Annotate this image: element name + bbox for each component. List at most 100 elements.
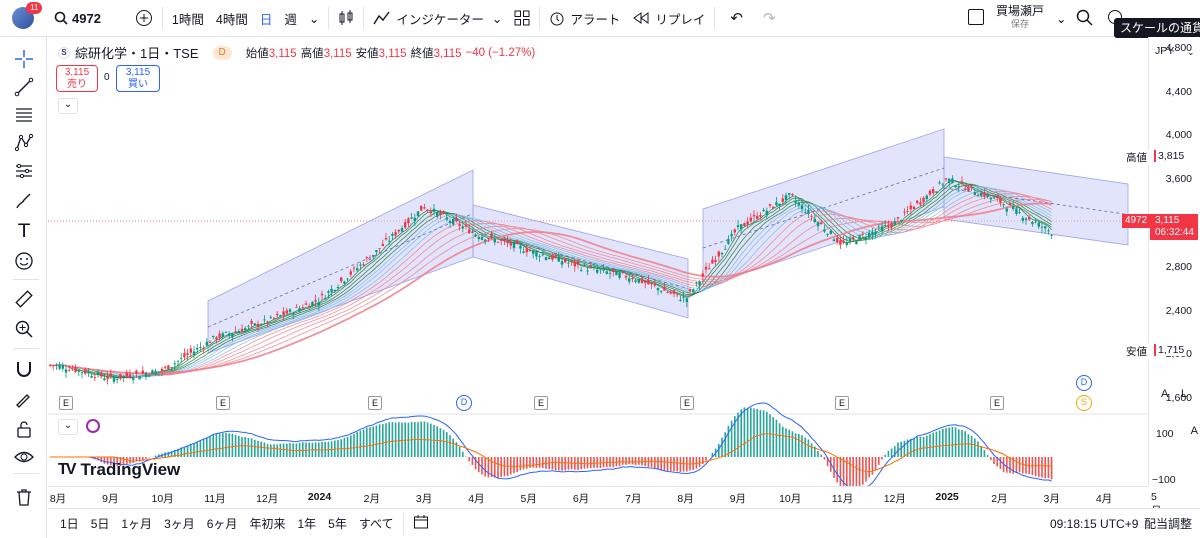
interval-dropdown[interactable]: ⌄ [303,0,325,37]
candle-body [423,207,426,209]
prediction-tool[interactable] [12,159,36,183]
layout-dropdown[interactable]: ⌄ [1050,0,1072,37]
redo-button[interactable]: ↷ [755,0,784,37]
macd-histogram-bar [986,454,989,457]
candle-body [445,217,448,220]
macd-histogram-bar [839,457,842,486]
quick-search-button[interactable] [1076,9,1093,29]
range-button[interactable]: 1ヶ月 [115,515,158,532]
legend-title[interactable]: 綜研化学・1日・TSE [75,43,199,62]
macd-histogram-bar [849,457,851,486]
buy-button[interactable]: 3,115 買い [116,65,160,92]
macd-histogram-bar [1006,457,1008,473]
range-button[interactable]: 3ヶ月 [158,515,201,532]
macd-collapse-button[interactable]: ⌄ [58,419,78,435]
split-marker[interactable]: S [1076,395,1092,411]
delete-tool[interactable] [12,485,36,509]
earnings-marker[interactable]: E [990,396,1004,410]
candle-body [116,379,119,381]
macd-histogram-bar [503,457,506,477]
layout-name-button[interactable]: 買場瀬戸 保存 [996,5,1044,31]
range-button[interactable]: 6ヶ月 [201,515,244,532]
earnings-marker[interactable]: E [534,396,548,410]
macd-histogram-bar [788,429,790,457]
zoom-tool[interactable] [12,317,36,341]
layout-icon[interactable] [968,9,984,25]
draw-mode-tool[interactable] [12,387,36,411]
macd-histogram-bar [919,436,922,457]
adjust-button[interactable]: 配当調整 [1144,515,1192,532]
earnings-marker[interactable]: E [216,396,230,410]
interval-day[interactable]: 日 [254,0,279,37]
earnings-marker[interactable]: E [835,396,849,410]
range-button[interactable]: 5日 [85,515,116,532]
pattern-tool[interactable] [12,131,36,155]
chart-type-button[interactable] [332,0,360,37]
scale-auto-button[interactable]: A [1161,388,1168,400]
candle-body [1040,226,1044,228]
macd-tick-100: 100 [1156,428,1174,440]
alert-button[interactable]: アラート [543,0,626,37]
macd-histogram-bar [772,417,774,457]
range-button[interactable]: 1日 [54,515,85,532]
range-button[interactable]: 1年 [291,515,322,532]
interval-4h[interactable]: 4時間 [210,0,254,37]
magnet-icon [17,362,31,377]
macd-histogram-bar [225,432,227,457]
candle-body [74,366,77,372]
scale-auto[interactable]: A [1191,425,1198,437]
interval-week[interactable]: 週 [278,0,303,37]
legend-collapse-button[interactable]: ⌄ [58,98,78,114]
fib-tool[interactable] [12,103,36,127]
dividend-marker[interactable]: D [456,395,472,411]
macd-histogram-bar [682,457,685,472]
candle-body [237,331,240,334]
text-tool[interactable]: T [12,219,36,243]
indicators-button[interactable]: インジケーター ⌄ [367,0,508,37]
trendline-tool[interactable] [12,75,36,99]
ruler-tool[interactable] [12,287,36,311]
emoji-tool[interactable] [12,249,36,273]
range-button[interactable]: すべて [353,515,400,532]
dividend-marker[interactable]: D [1076,375,1092,391]
candle-body [346,278,349,280]
candle-body [855,241,858,245]
goto-date-button[interactable] [407,514,435,533]
visibility-tool[interactable] [12,445,36,469]
chevron-down-icon: ⌄ [63,420,73,431]
candle-body [1028,217,1031,220]
replay-button[interactable]: リプレイ [626,0,711,37]
layouts-button[interactable] [508,0,536,37]
candle-body [160,368,164,372]
price-chart[interactable] [48,37,1148,486]
candle-body [468,229,471,234]
scale-log-button[interactable]: L [1181,388,1187,400]
refresh-icon[interactable] [86,419,100,433]
range-button[interactable]: 年初来 [243,515,291,532]
candle-body [247,325,250,327]
candle-body [784,195,788,200]
time-axis[interactable]: 8月 9月 10月 11月 12月 2024 2月 3月 4月 5月 6月 7月 8月 9月 10月 11月 1… [48,486,1162,517]
undo-button[interactable]: ↶ [718,0,755,37]
crosshair-tool[interactable] [12,47,36,71]
compare-button[interactable] [129,0,159,37]
brush-tool[interactable] [12,189,36,213]
candle-body [567,262,570,264]
symbol-search[interactable]: 4972 [48,0,107,37]
chevron-down-icon: ⌄ [491,11,503,26]
delayed-badge[interactable]: D [212,45,232,60]
magnet-tool[interactable] [12,357,36,381]
range-button[interactable]: 5年 [322,515,353,532]
macd-histogram-bar [519,457,522,471]
user-avatar[interactable]: 11 [12,2,43,29]
lock-tool[interactable] [12,417,36,441]
earnings-marker[interactable]: E [680,396,694,410]
candle-body [615,271,618,276]
sell-button[interactable]: 3,115 売り [56,65,98,92]
macd-histogram-bar [634,457,637,466]
earnings-marker[interactable]: E [368,396,382,410]
price-axis[interactable]: JPY ⌄ 4,8004,4004,0003,6003,2002,8002,40… [1148,37,1200,486]
clock[interactable]: 09:18:15 UTC+9 [1050,517,1138,531]
interval-1h[interactable]: 1時間 [166,0,210,37]
earnings-marker[interactable]: E [59,396,73,410]
